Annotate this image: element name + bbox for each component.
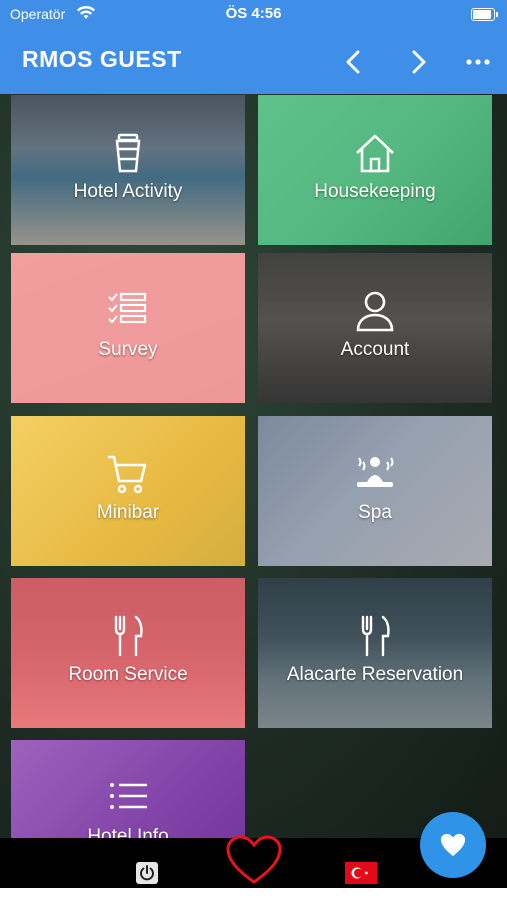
favorite-fab-button[interactable] [420,812,486,878]
back-button[interactable] [336,44,372,80]
chevron-right-icon [412,50,426,74]
battery-icon [471,8,498,21]
power-icon [140,865,154,881]
tile-room-service[interactable]: Room Service [11,578,245,728]
logout-button[interactable] [136,862,158,884]
turkey-flag-icon [345,862,377,884]
shopping-cart-icon [11,452,245,496]
tile-label: Spa [358,502,392,523]
tile-account[interactable]: Account [258,253,492,403]
list-icon [11,776,245,820]
language-button[interactable] [345,862,377,884]
tile-hotel-info[interactable]: Hotel Info [11,740,245,838]
fork-knife-icon [11,614,245,658]
fork-knife-icon [258,614,492,658]
tile-label: Hotel Info [87,826,169,838]
tile-label: Survey [98,339,158,360]
home-indicator-area [0,888,507,900]
chevron-left-icon [346,50,360,74]
checklist-icon [11,289,245,333]
tile-survey[interactable]: Survey [11,253,245,403]
tile-label: Alacarte Reservation [286,664,464,685]
more-options-button[interactable] [460,44,496,80]
tile-minibar[interactable]: Minibar [11,416,245,566]
house-icon [258,131,492,175]
heart-outline-icon [226,835,282,884]
spa-icon [258,452,492,496]
tile-housekeeping[interactable]: Housekeeping [258,95,492,245]
tile-label: Housekeeping [314,181,436,202]
tile-spa[interactable]: Spa [258,416,492,566]
ellipsis-icon [466,59,490,65]
status-bar: Operatör ÖS 4:56 [0,0,507,30]
tile-label: Hotel Activity [73,181,183,202]
coffee-cup-icon [11,131,245,175]
tile-label: Room Service [68,664,188,685]
heart-icon [440,833,466,857]
tile-label: Minibar [96,502,160,523]
menu-grid: Hotel Activity Housekeeping Survey Accou… [0,94,507,838]
favorites-button[interactable] [224,834,284,886]
forward-button[interactable] [400,44,436,80]
tile-alacarte-reservation[interactable]: Alacarte Reservation [258,578,492,728]
tile-hotel-activity[interactable]: Hotel Activity [11,95,245,245]
navigation-bar: RMOS GUEST [0,30,507,94]
clock-time: ÖS 4:56 [225,5,282,22]
user-icon [258,289,492,333]
tile-label: Account [340,339,410,360]
app-title: RMOS GUEST [22,46,182,72]
